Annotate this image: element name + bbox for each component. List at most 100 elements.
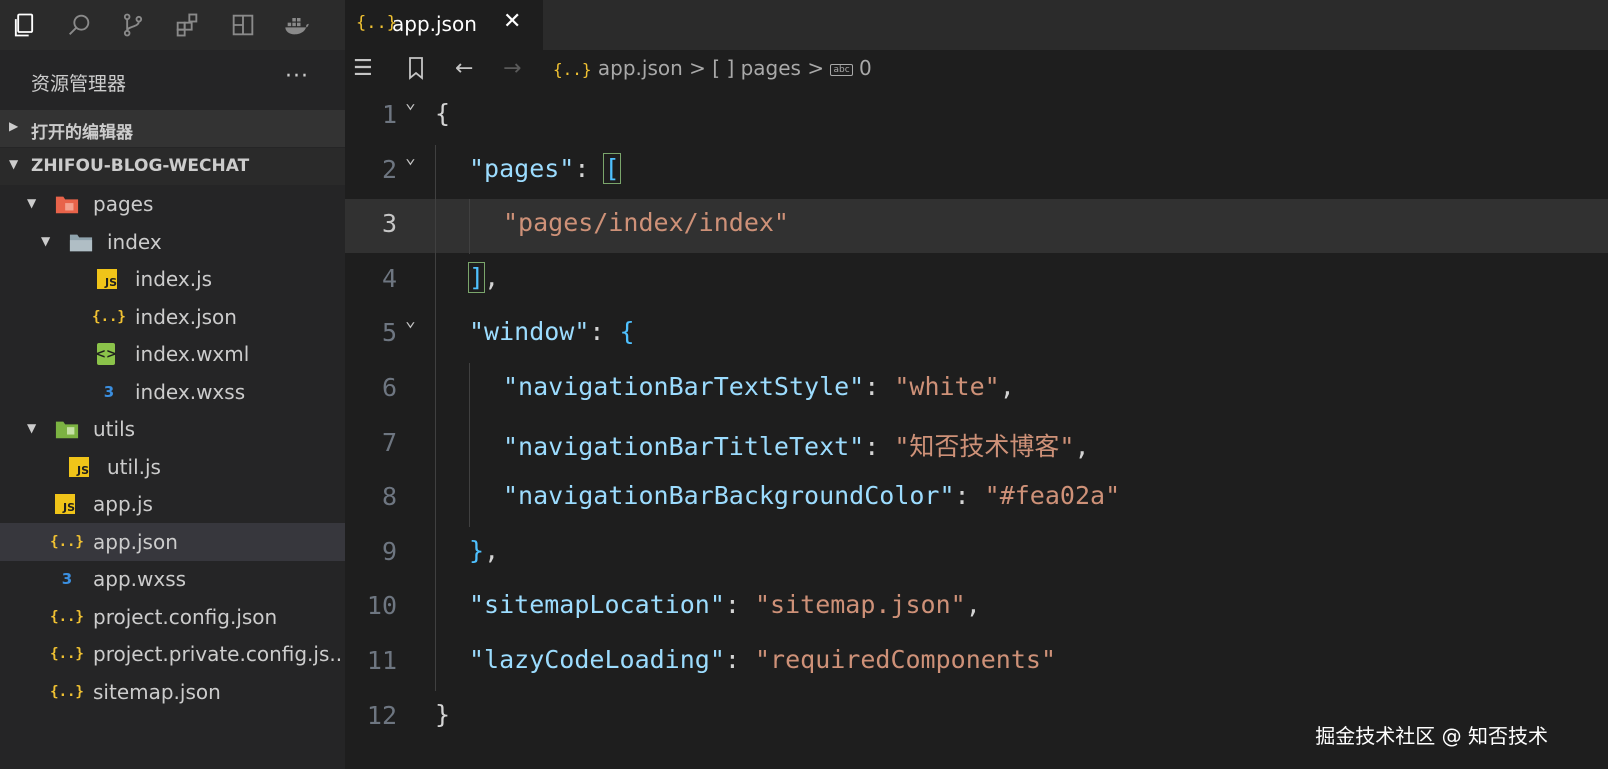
bookmark-icon[interactable] <box>407 56 425 86</box>
extensions-icon[interactable] <box>171 9 203 41</box>
tree-item[interactable]: ▼ pages <box>0 185 345 223</box>
code-token: "sitemap.json" <box>754 590 966 620</box>
code-line[interactable]: 11 "lazyCodeLoading": "requiredComponents… <box>345 636 1608 690</box>
breadcrumb-separator: > <box>689 56 706 80</box>
code-token: : <box>954 481 985 511</box>
breadcrumb-item[interactable]: 0 <box>859 56 872 80</box>
code-text: "sitemapLocation": "sitemap.json", <box>469 590 981 619</box>
tree-item[interactable]: {..} project.config.json <box>0 598 345 636</box>
code-line[interactable]: 9}, <box>345 527 1608 581</box>
tree-item[interactable]: JS util.js <box>0 448 345 486</box>
code-token: "lazyCodeLoading" <box>469 645 725 674</box>
code-editor[interactable]: 1 ⌄{2 ⌄ "pages": [3 "pages/index/index" 4], 5 ⌄… <box>345 90 1608 769</box>
code-text: "window": { <box>469 317 635 346</box>
tree-item-label: index.wxss <box>135 379 246 404</box>
code-token: "知否技术博客" <box>894 431 1075 461</box>
project-label: ZHIFOU-BLOG-WECHAT <box>31 156 250 176</box>
tree-item[interactable]: 3 index.wxss <box>0 373 345 411</box>
source-control-icon[interactable] <box>117 9 149 41</box>
tree-item[interactable]: ▼ utils <box>0 410 345 448</box>
wxml-file-icon: <> <box>95 343 117 365</box>
breadcrumb-separator: > <box>807 56 825 80</box>
chevron-down-icon[interactable]: ▼ <box>27 421 36 435</box>
folder-icon <box>69 231 93 253</box>
code-token: , <box>1074 431 1090 461</box>
line-number: 7 <box>381 427 397 457</box>
tree-item-label: pages <box>93 192 154 216</box>
open-editors-section[interactable]: ▶ 打开的编辑器 <box>0 110 345 147</box>
code-text: "navigationBarTitleText": "知否技术博客", <box>503 427 1090 463</box>
tree-item[interactable]: {..} project.private.config.js... <box>0 635 345 673</box>
code-text: "lazyCodeLoading": "requiredComponents" <box>469 645 1056 674</box>
layout-icon[interactable] <box>227 9 259 41</box>
fold-chevron-icon[interactable]: ⌄ <box>405 92 416 113</box>
js-file-icon: JS <box>55 494 75 514</box>
watermark: 掘金技术社区 @ 知否技术 <box>1315 724 1548 748</box>
code-token: "pages" <box>469 153 575 183</box>
editor-toolbar: ☰ ← → {..} app.json > [ ] pages > abc 0 <box>345 50 1608 90</box>
tree-item-label: index.js <box>135 267 213 291</box>
editor-tab-bar: {..} app.json ✕ <box>345 0 1608 50</box>
breadcrumb-file[interactable]: app.json <box>598 56 683 80</box>
tree-item[interactable]: JS index.js <box>0 260 345 298</box>
code-text: "pages": [ <box>469 152 621 184</box>
indent-guide <box>435 144 436 691</box>
tree-item-label: project.private.config.js... <box>93 642 343 666</box>
chevron-down-icon: ▼ <box>9 157 19 171</box>
tab-app-json[interactable]: {..} app.json ✕ <box>345 0 543 50</box>
code-line[interactable]: 3 "pages/index/index" <box>345 199 1608 254</box>
json-file-icon: {..} <box>356 13 397 33</box>
code-text: } <box>435 700 450 729</box>
tree-item[interactable]: 3 app.wxss <box>0 560 345 598</box>
code-token: "navigationBarBackgroundColor" <box>503 481 955 511</box>
tree-item[interactable]: JS app.js <box>0 485 345 523</box>
fold-chevron-icon[interactable]: ⌄ <box>405 310 416 331</box>
tree-item[interactable]: {..} app.json <box>0 522 345 561</box>
code-line[interactable]: 2 ⌄ "pages": [ <box>345 145 1608 199</box>
code-line[interactable]: 1 ⌄ { <box>345 90 1608 144</box>
code-token: : <box>724 590 755 620</box>
code-line[interactable]: 6 "navigationBarTextStyle": "white", <box>345 363 1608 417</box>
tree-item[interactable]: {..} index.json <box>0 298 345 336</box>
search-icon[interactable] <box>63 9 95 41</box>
tree-item-label: sitemap.json <box>93 679 221 704</box>
back-arrow-icon[interactable]: ← <box>455 56 473 81</box>
list-icon[interactable]: ☰ <box>353 56 373 81</box>
code-token: , <box>999 372 1015 401</box>
breadcrumb-array[interactable]: [ ] pages <box>712 56 801 80</box>
code-line[interactable]: 4], <box>345 254 1608 308</box>
json-file-icon: {..} <box>50 608 84 625</box>
code-line[interactable]: 8 "navigationBarBackgroundColor": "#fea02… <box>345 472 1608 526</box>
code-token: , <box>965 590 981 620</box>
code-token: : <box>574 153 605 183</box>
code-token: , <box>484 535 500 565</box>
chevron-down-icon[interactable]: ▼ <box>41 234 50 248</box>
line-number: 11 <box>366 646 397 675</box>
line-number: 4 <box>381 263 397 293</box>
line-number: 9 <box>381 536 397 566</box>
chevron-right-icon: ▶ <box>9 119 19 133</box>
line-number: 1 <box>381 100 397 129</box>
code-line[interactable]: 10 "sitemapLocation": "sitemap.json", <box>345 581 1608 635</box>
close-icon[interactable]: ✕ <box>503 9 521 34</box>
tree-item[interactable]: <> index.wxml <box>0 335 345 373</box>
code-line[interactable]: 7 "navigationBarTitleText": "知否技术博客", <box>345 418 1608 472</box>
js-file-icon: JS <box>69 456 89 477</box>
code-token: [ <box>603 152 621 184</box>
code-token: { <box>619 317 635 347</box>
tree-item[interactable]: {..} sitemap.json <box>0 673 345 711</box>
explorer-icon[interactable] <box>8 9 40 41</box>
tree-item[interactable]: ▼ index <box>0 223 345 261</box>
tree-item-label: index.wxml <box>135 342 250 366</box>
chevron-down-icon[interactable]: ▼ <box>27 196 36 210</box>
project-section[interactable]: ▼ ZHIFOU-BLOG-WECHAT <box>0 148 345 185</box>
forward-arrow-icon[interactable]: → <box>503 56 521 81</box>
breadcrumb: {..} app.json > [ ] pages > abc 0 <box>553 56 872 80</box>
fold-chevron-icon[interactable]: ⌄ <box>405 147 416 168</box>
more-actions-button[interactable]: ··· <box>285 64 309 89</box>
tree-item-label: app.js <box>93 492 153 516</box>
activity-bar <box>0 0 345 50</box>
docker-icon[interactable] <box>281 9 313 41</box>
code-token: , <box>484 262 500 292</box>
code-line[interactable]: 5 ⌄ "window": { <box>345 308 1608 362</box>
